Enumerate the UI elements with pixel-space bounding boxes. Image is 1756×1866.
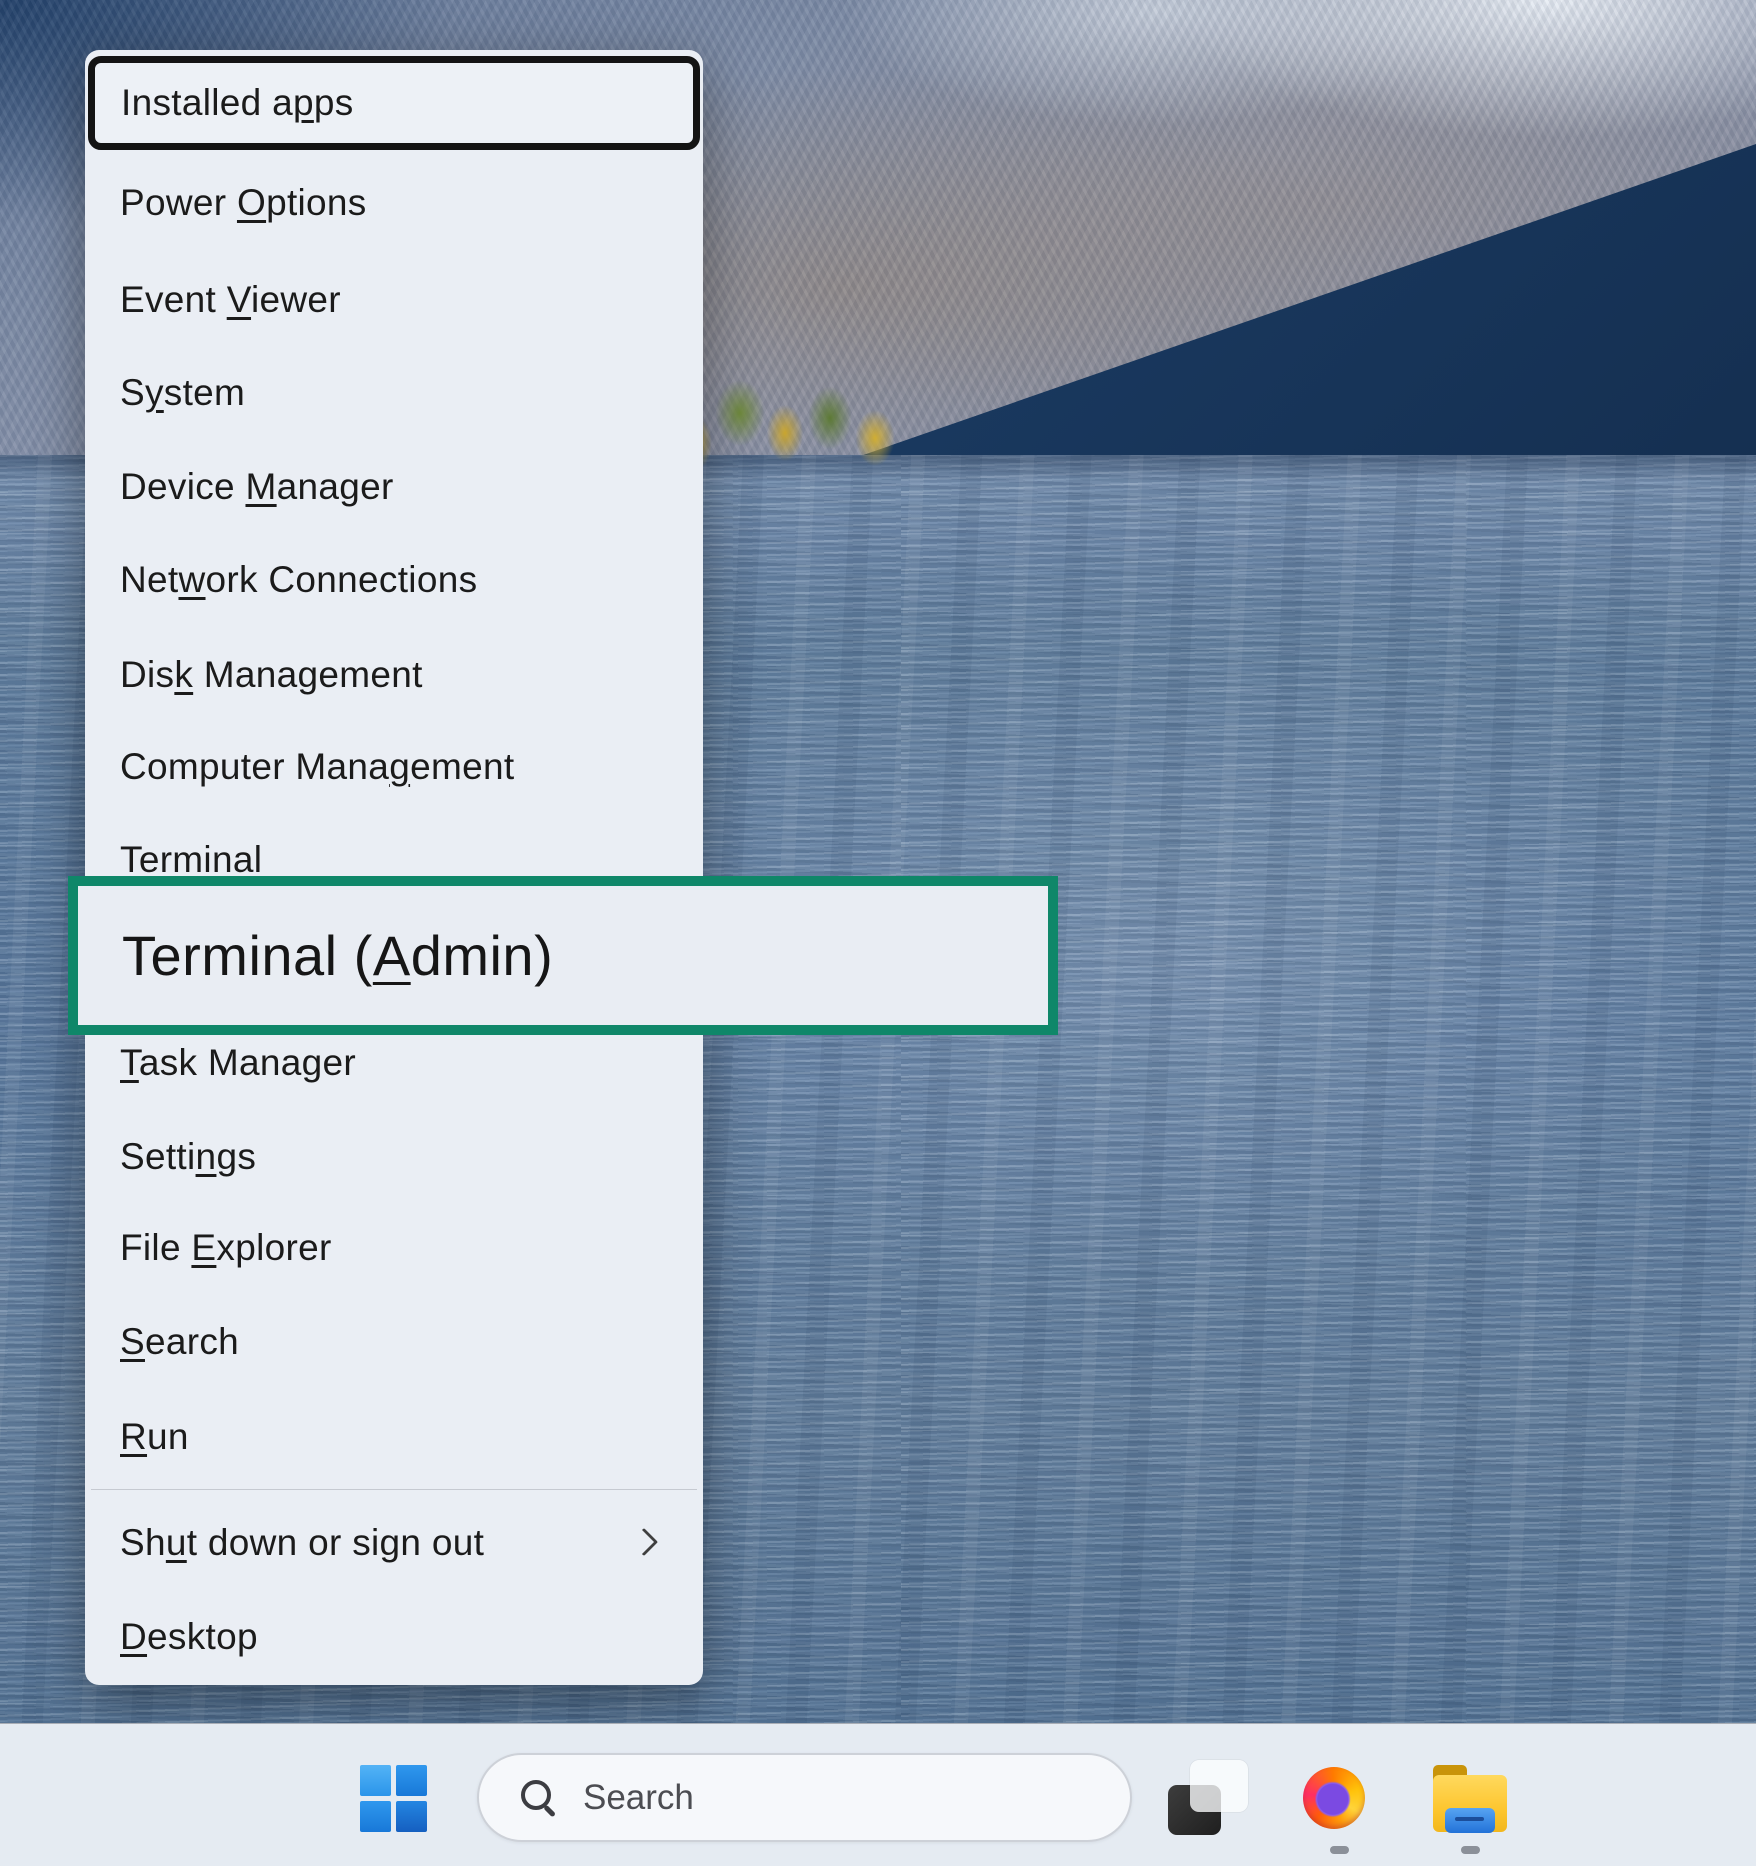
menu-item-network-connections[interactable]: Network Connections <box>88 533 700 627</box>
windows-logo-icon <box>360 1801 391 1832</box>
menu-item-label: Disk Management <box>120 654 423 696</box>
menu-item-event-viewer[interactable]: Event Viewer <box>88 253 700 347</box>
firefox-running-indicator <box>1330 1846 1349 1854</box>
windows-logo-icon <box>396 1765 427 1796</box>
menu-separator <box>91 1489 697 1490</box>
menu-item-label: Desktop <box>120 1616 258 1658</box>
desktop-screen: Installed apps Power Options Event Viewe… <box>0 0 1756 1866</box>
windows-logo-icon <box>360 1765 391 1796</box>
menu-item-device-manager[interactable]: Device Manager <box>88 440 700 534</box>
menu-item-run[interactable]: Run <box>88 1390 700 1484</box>
menu-item-search[interactable]: Search <box>88 1295 700 1389</box>
menu-item-label: Task Manager <box>120 1042 356 1084</box>
menu-item-file-explorer[interactable]: File Explorer <box>88 1201 700 1295</box>
search-icon <box>521 1780 557 1816</box>
menu-item-installed-apps[interactable]: Installed apps <box>88 56 700 150</box>
menu-item-label: Device Manager <box>120 466 394 508</box>
menu-item-label: System <box>120 372 245 414</box>
menu-item-label: Network Connections <box>120 559 477 601</box>
menu-item-disk-management[interactable]: Disk Management <box>88 628 700 722</box>
chevron-right-icon <box>630 1528 658 1556</box>
task-view-button[interactable] <box>1168 1760 1248 1835</box>
menu-item-label: File Explorer <box>120 1227 332 1269</box>
menu-item-desktop[interactable]: Desktop <box>88 1590 700 1684</box>
menu-item-label: Run <box>120 1416 189 1458</box>
search-box-label: Search <box>583 1778 694 1818</box>
menu-item-power-options[interactable]: Power Options <box>88 156 700 250</box>
winx-power-user-menu: Installed apps Power Options Event Viewe… <box>85 50 703 1685</box>
menu-item-computer-management[interactable]: Computer Management <box>88 720 700 814</box>
menu-item-label: Search <box>120 1321 239 1363</box>
terminal-admin-highlight-box[interactable]: Terminal (Admin) <box>68 876 1058 1035</box>
menu-item-label: Power Options <box>120 182 367 224</box>
taskbar: Search <box>0 1723 1756 1866</box>
menu-item-label: Terminal <box>120 839 262 881</box>
file-explorer-button[interactable] <box>1433 1765 1507 1833</box>
menu-item-settings[interactable]: Settings <box>88 1110 700 1204</box>
menu-item-system[interactable]: System <box>88 346 700 440</box>
windows-logo-icon <box>396 1801 427 1832</box>
menu-item-terminal-admin-label: Terminal (Admin) <box>122 923 553 988</box>
start-button[interactable] <box>360 1765 427 1832</box>
menu-item-label: Computer Management <box>120 746 514 788</box>
taskbar-search-box[interactable]: Search <box>477 1753 1132 1842</box>
menu-item-label: Settings <box>120 1136 256 1178</box>
task-view-icon <box>1190 1760 1248 1812</box>
menu-item-label: Installed apps <box>121 82 354 124</box>
menu-item-label: Shut down or sign out <box>120 1522 484 1564</box>
folder-icon <box>1445 1808 1495 1833</box>
firefox-button[interactable] <box>1303 1767 1365 1829</box>
folder-icon <box>1455 1817 1484 1821</box>
menu-item-shut-down-or-sign-out[interactable]: Shut down or sign out <box>88 1496 700 1590</box>
file-explorer-running-indicator <box>1461 1846 1480 1854</box>
menu-item-label: Event Viewer <box>120 279 341 321</box>
